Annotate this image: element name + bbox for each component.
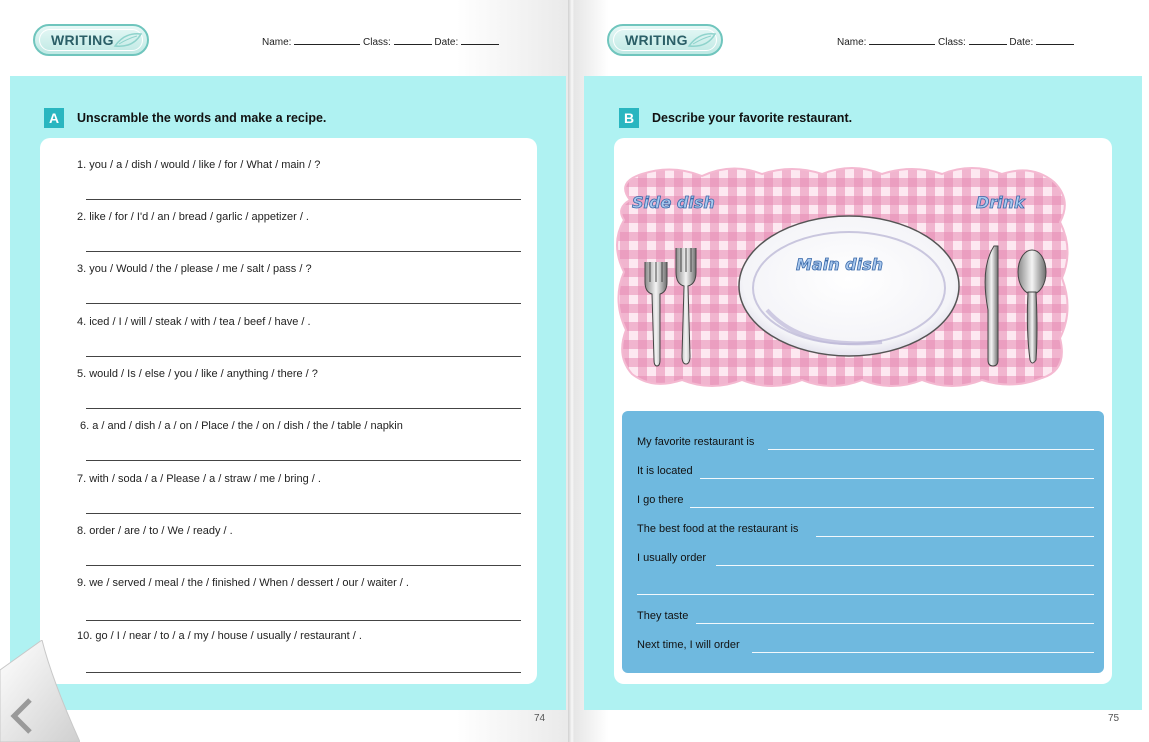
class-label: Class: xyxy=(938,37,966,48)
answer-line-10[interactable] xyxy=(86,672,521,673)
writing-prompts-box: My favorite restaurant is It is located … xyxy=(622,411,1104,673)
prompt-they-taste: They taste xyxy=(637,610,689,622)
question-2: 2. like / for / I'd / an / bread / garli… xyxy=(77,211,309,223)
plate-icon xyxy=(738,215,960,357)
prompt-best-food: The best food at the restaurant is xyxy=(637,523,799,535)
question-10: 10. go / I / near / to / a / my / house … xyxy=(77,630,362,642)
section-a-panel: A Unscramble the words and make a recipe… xyxy=(10,76,566,710)
answer-line-6[interactable] xyxy=(86,460,521,461)
answer-line-7[interactable] xyxy=(86,513,521,514)
prompt-go-there: I go there xyxy=(637,494,684,506)
right-page: WRITING Name: Class: Date: B Describe yo… xyxy=(574,0,1149,742)
restaurant-box: Side dish Main dish Drink My favorite re… xyxy=(614,138,1112,684)
previous-page-icon[interactable] xyxy=(0,640,80,742)
answer-line-extra[interactable] xyxy=(637,594,1094,595)
left-page: WRITING Name: Class: Date: A Unscramble … xyxy=(0,0,571,742)
question-8: 8. order / are / to / We / ready / . xyxy=(77,525,233,537)
name-label: Name: xyxy=(837,37,867,48)
question-4: 4. iced / I / will / steak / with / tea … xyxy=(77,316,311,328)
section-b-letter: B xyxy=(619,108,639,128)
date-label: Date: xyxy=(434,37,459,48)
answer-line-located[interactable] xyxy=(700,478,1094,479)
answer-line-2[interactable] xyxy=(86,251,521,252)
question-1: 1. you / a / dish / would / like / for /… xyxy=(77,159,321,171)
section-b-title: Describe your favorite restaurant. xyxy=(652,111,853,125)
answer-line-best-food[interactable] xyxy=(816,536,1094,537)
section-a-letter: A xyxy=(44,108,64,128)
class-blank[interactable] xyxy=(393,35,432,45)
answer-line-go-there[interactable] xyxy=(690,507,1094,508)
date-blank[interactable] xyxy=(1036,35,1075,45)
section-b-panel: B Describe your favorite restaurant. Sid… xyxy=(584,76,1142,710)
prompt-located: It is located xyxy=(637,465,693,477)
class-blank[interactable] xyxy=(968,35,1007,45)
answer-line-9[interactable] xyxy=(86,620,521,621)
leaf-decoration-icon xyxy=(687,33,717,47)
table-setting-illustration: Side dish Main dish Drink xyxy=(616,167,1069,387)
question-6: 6. a / and / dish / a / on / Place / the… xyxy=(80,420,403,432)
section-a-title: Unscramble the words and make a recipe. xyxy=(77,111,327,125)
answer-line-5[interactable] xyxy=(86,408,521,409)
answer-line-8[interactable] xyxy=(86,565,521,566)
drink-label: Drink xyxy=(976,193,1026,212)
prompt-usually-order: I usually order xyxy=(637,552,707,564)
date-blank[interactable] xyxy=(461,35,500,45)
question-5: 5. would / Is / else / you / like / anyt… xyxy=(77,368,318,380)
leaf-decoration-icon xyxy=(113,33,143,47)
side-dish-label: Side dish xyxy=(632,193,715,212)
answer-line-4[interactable] xyxy=(86,356,521,357)
date-label: Date: xyxy=(1009,37,1034,48)
prompt-favorite-restaurant: My favorite restaurant is xyxy=(637,436,755,448)
questions-box: 1. you / a / dish / would / like / for /… xyxy=(40,138,537,684)
answer-line-usually-order[interactable] xyxy=(716,565,1094,566)
name-blank[interactable] xyxy=(294,35,361,45)
page-number-right: 75 xyxy=(1108,713,1120,724)
class-label: Class: xyxy=(363,37,391,48)
answer-line-they-taste[interactable] xyxy=(696,623,1094,624)
writing-badge-label: WRITING xyxy=(51,32,114,48)
answer-line-1[interactable] xyxy=(86,199,521,200)
name-blank[interactable] xyxy=(869,35,936,45)
name-label: Name: xyxy=(262,37,292,48)
answer-line-favorite-restaurant[interactable] xyxy=(768,449,1094,450)
page-number-left: 74 xyxy=(534,713,546,724)
question-9: 9. we / served / meal / the / finished /… xyxy=(77,577,409,589)
writing-badge-label: WRITING xyxy=(625,32,688,48)
student-info-header: Name: Class: Date: xyxy=(837,35,1075,48)
answer-line-next-time[interactable] xyxy=(752,652,1094,653)
question-3: 3. you / Would / the / please / me / sal… xyxy=(77,263,312,275)
answer-line-3[interactable] xyxy=(86,303,521,304)
prompt-next-time: Next time, I will order xyxy=(637,639,740,651)
writing-badge: WRITING xyxy=(33,24,149,56)
main-dish-label: Main dish xyxy=(796,255,883,274)
question-7: 7. with / soda / a / Please / a / straw … xyxy=(77,473,321,485)
student-info-header: Name: Class: Date: xyxy=(262,35,500,48)
writing-badge: WRITING xyxy=(607,24,723,56)
